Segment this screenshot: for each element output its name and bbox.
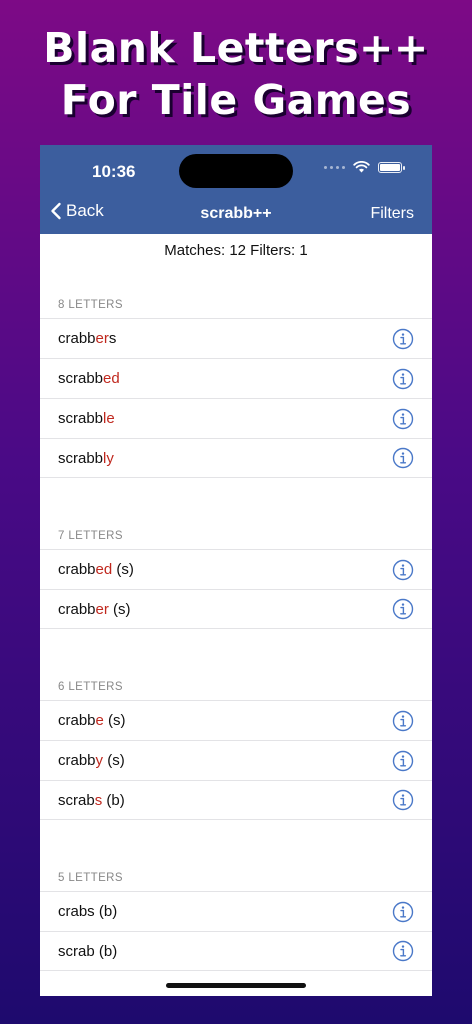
info-icon[interactable]: [392, 598, 414, 620]
word-base: scrab: [58, 942, 95, 960]
promo-line-1: Blank Letters++: [43, 24, 429, 72]
word-blank-letters: e: [95, 712, 104, 729]
section-rows: crabs (b) scrab (b): [40, 891, 432, 971]
info-icon[interactable]: [392, 789, 414, 811]
word-text: crabs (b): [58, 903, 392, 920]
word-text: crabbe (s): [58, 712, 392, 729]
word-text: crabby (s): [58, 752, 392, 769]
list-item[interactable]: scrab (b): [40, 931, 432, 971]
filters-button[interactable]: Filters: [370, 205, 414, 223]
promo-line-2: For Tile Games: [60, 76, 412, 124]
section-header-label: 6 LETTERS: [58, 681, 123, 693]
status-time: 10:36: [92, 162, 136, 181]
word-text: scrab (b): [58, 943, 392, 960]
section-header-label: 7 LETTERS: [58, 530, 123, 542]
word-blank-letters: le: [103, 410, 115, 427]
word-section: 5 LETTERS crabs (b) scrab (b): [40, 849, 432, 971]
word-blank-letters: er: [95, 330, 109, 347]
dynamic-island: [179, 154, 293, 188]
word-text: scrabbly: [58, 450, 392, 467]
word-unused-letters: (s): [108, 600, 131, 618]
info-icon[interactable]: [392, 710, 414, 732]
word-base: crabb: [58, 600, 96, 618]
list-item[interactable]: crabbe (s): [40, 700, 432, 740]
section-rows: crabbers scrabbed scrabble scrabbly: [40, 318, 432, 478]
info-icon[interactable]: [392, 447, 414, 469]
word-base: scrabb: [58, 410, 104, 427]
info-icon[interactable]: [392, 328, 414, 350]
word-unused-letters: (s): [103, 752, 125, 769]
info-icon[interactable]: [392, 750, 414, 772]
info-icon[interactable]: [392, 559, 414, 581]
cellular-signal-icon: [324, 165, 345, 169]
word-blank-letters: y: [95, 752, 104, 769]
section-header: 5 LETTERS: [40, 849, 432, 891]
home-indicator[interactable]: [166, 983, 306, 988]
word-text: scrabbed: [58, 370, 392, 387]
word-base: scrab: [58, 791, 95, 809]
info-icon[interactable]: [392, 368, 414, 390]
word-text: crabbers: [58, 330, 392, 347]
word-base: crabb: [58, 330, 96, 347]
word-base: scrabb: [58, 370, 104, 387]
word-base: scrabb: [58, 449, 104, 467]
battery-icon: [378, 161, 405, 173]
word-blank-letters: ly: [103, 449, 114, 467]
list-item[interactable]: crabs (b): [40, 891, 432, 931]
section-header-label: 5 LETTERS: [58, 872, 123, 884]
list-item[interactable]: crabbers: [40, 318, 432, 358]
word-text: scrabble: [58, 410, 392, 427]
word-text: crabbed (s): [58, 561, 392, 578]
section-header: 8 LETTERS: [40, 276, 432, 318]
list-item[interactable]: crabber (s): [40, 589, 432, 629]
list-item[interactable]: scrabbly: [40, 438, 432, 478]
word-unused-letters: (s): [103, 712, 126, 729]
word-text: scrabs (b): [58, 792, 392, 809]
match-summary: Matches: 12 Filters: 1: [164, 242, 308, 259]
list-item[interactable]: scrabbed: [40, 358, 432, 398]
info-icon[interactable]: [392, 408, 414, 430]
word-section: 6 LETTERS crabbe (s) crabby (s) scrabs (b): [40, 658, 432, 820]
word-text: crabber (s): [58, 601, 392, 618]
navigation-bar: 10:36 Back scrabb++ Filters: [40, 145, 432, 234]
section-header: 7 LETTERS: [40, 507, 432, 549]
word-base: crabb: [58, 561, 96, 578]
word-blank-letters: ed: [103, 370, 120, 387]
phone-screen: 10:36 Back scrabb++ Filters Matches: 12 …: [40, 145, 432, 996]
section-rows: crabbed (s) crabber (s): [40, 549, 432, 629]
status-indicators: [324, 161, 405, 173]
section-rows: crabbe (s) crabby (s) scrabs (b): [40, 700, 432, 820]
word-unused-letters: (s): [112, 561, 134, 578]
section-header: 6 LETTERS: [40, 658, 432, 700]
word-list[interactable]: 8 LETTERS crabbers scrabbed scrabble scrabbl…: [40, 276, 432, 996]
list-item[interactable]: crabbed (s): [40, 549, 432, 589]
list-item[interactable]: scrabble: [40, 398, 432, 438]
word-base: crabb: [58, 712, 96, 729]
word-section: 8 LETTERS crabbers scrabbed scrabble scrabbl…: [40, 276, 432, 478]
info-icon[interactable]: [392, 901, 414, 923]
promo-headline: Blank Letters++ For Tile Games: [0, 22, 472, 126]
word-unused-letters: (b): [94, 942, 118, 960]
wifi-icon: [353, 161, 370, 173]
word-base: crabs: [58, 903, 95, 920]
word-blank-letters: ed: [95, 561, 113, 578]
word-unused-letters: (b): [94, 903, 118, 920]
section-header-label: 8 LETTERS: [58, 299, 123, 311]
word-section: 7 LETTERS crabbed (s) crabber (s): [40, 507, 432, 629]
word-rest: s: [108, 330, 117, 347]
word-blank-letters: er: [95, 600, 109, 618]
word-unused-letters: (b): [102, 791, 125, 809]
list-item[interactable]: crabby (s): [40, 740, 432, 780]
info-icon[interactable]: [392, 940, 414, 962]
list-item[interactable]: scrabs (b): [40, 780, 432, 820]
word-base: crabb: [58, 752, 96, 769]
